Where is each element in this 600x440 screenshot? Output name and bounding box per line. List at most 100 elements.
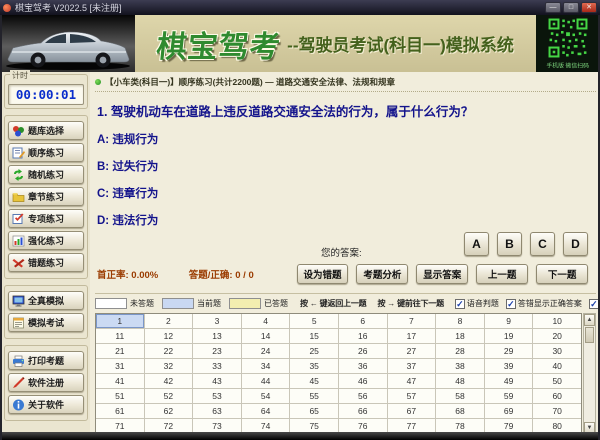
- grid-cell-60[interactable]: 60: [533, 389, 581, 403]
- grid-cell-10[interactable]: 10: [533, 314, 581, 328]
- grid-cell-37[interactable]: 37: [387, 359, 436, 373]
- grid-cell-1[interactable]: 1: [96, 314, 144, 328]
- sidebar-button-mock-exam[interactable]: 模拟考试: [8, 313, 84, 332]
- grid-cell-36[interactable]: 36: [338, 359, 387, 373]
- scroll-down-icon[interactable]: ▼: [584, 422, 595, 432]
- grid-cell-7[interactable]: 7: [387, 314, 436, 328]
- grid-cell-9[interactable]: 9: [484, 314, 533, 328]
- answer-button-c[interactable]: C: [530, 232, 555, 256]
- grid-cell-70[interactable]: 70: [533, 404, 581, 418]
- grid-cell-71[interactable]: 71: [96, 419, 144, 432]
- sidebar-button-question-bank[interactable]: 题库选择: [8, 121, 84, 140]
- grid-cell-20[interactable]: 20: [533, 329, 581, 343]
- scrollbar-track[interactable]: [584, 344, 595, 422]
- grid-cell-56[interactable]: 56: [338, 389, 387, 403]
- grid-cell-51[interactable]: 51: [96, 389, 144, 403]
- grid-cell-73[interactable]: 73: [193, 419, 241, 432]
- grid-cell-25[interactable]: 25: [290, 344, 338, 358]
- grid-cell-11[interactable]: 11: [96, 329, 144, 343]
- mark-wrong-button[interactable]: 设为错题: [296, 263, 349, 284]
- grid-cell-3[interactable]: 3: [193, 314, 241, 328]
- grid-cell-6[interactable]: 6: [338, 314, 387, 328]
- grid-cell-50[interactable]: 50: [533, 374, 581, 388]
- grid-cell-4[interactable]: 4: [241, 314, 290, 328]
- sidebar-button-about[interactable]: 关于软件: [8, 395, 84, 414]
- grid-cell-8[interactable]: 8: [436, 314, 484, 328]
- grid-cell-18[interactable]: 18: [436, 329, 484, 343]
- option-b[interactable]: B: 过失行为: [97, 158, 596, 174]
- next-question-button[interactable]: 下一题: [536, 263, 589, 284]
- grid-cell-55[interactable]: 55: [290, 389, 338, 403]
- grid-cell-61[interactable]: 61: [96, 404, 144, 418]
- grid-cell-19[interactable]: 19: [484, 329, 533, 343]
- grid-cell-44[interactable]: 44: [241, 374, 290, 388]
- grid-cell-17[interactable]: 17: [387, 329, 436, 343]
- grid-cell-27[interactable]: 27: [387, 344, 436, 358]
- grid-cell-53[interactable]: 53: [193, 389, 241, 403]
- answer-button-a[interactable]: A: [464, 232, 489, 256]
- grid-cell-24[interactable]: 24: [241, 344, 290, 358]
- grid-cell-62[interactable]: 62: [144, 404, 193, 418]
- sidebar-button-print[interactable]: 打印考题: [8, 351, 84, 370]
- show-correct-on-wrong-checkbox[interactable]: 答错显示正确答案: [505, 298, 582, 309]
- grid-cell-52[interactable]: 52: [144, 389, 193, 403]
- grid-cell-64[interactable]: 64: [241, 404, 290, 418]
- grid-cell-77[interactable]: 77: [387, 419, 436, 432]
- sidebar-button-sequence-practice[interactable]: 顺序练习: [8, 143, 84, 162]
- grid-cell-12[interactable]: 12: [144, 329, 193, 343]
- answer-button-b[interactable]: B: [497, 232, 522, 256]
- option-a[interactable]: A: 违规行为: [97, 131, 596, 147]
- grid-cell-57[interactable]: 57: [387, 389, 436, 403]
- grid-cell-15[interactable]: 15: [290, 329, 338, 343]
- grid-cell-45[interactable]: 45: [290, 374, 338, 388]
- option-c[interactable]: C: 违章行为: [97, 185, 596, 201]
- grid-cell-75[interactable]: 75: [290, 419, 338, 432]
- grid-cell-29[interactable]: 29: [484, 344, 533, 358]
- checkbox-icon[interactable]: [454, 298, 465, 309]
- grid-cell-46[interactable]: 46: [338, 374, 387, 388]
- grid-cell-69[interactable]: 69: [484, 404, 533, 418]
- sidebar-button-intensive-practice[interactable]: 强化练习: [8, 231, 84, 250]
- voice-judge-checkbox[interactable]: 语音判题: [454, 298, 499, 309]
- grid-cell-74[interactable]: 74: [241, 419, 290, 432]
- grid-cell-79[interactable]: 79: [484, 419, 533, 432]
- grid-cell-68[interactable]: 68: [436, 404, 484, 418]
- maximize-button[interactable]: □: [563, 2, 579, 13]
- grid-cell-35[interactable]: 35: [290, 359, 338, 373]
- grid-cell-54[interactable]: 54: [241, 389, 290, 403]
- minimize-button[interactable]: —: [545, 2, 561, 13]
- sidebar-button-random-practice[interactable]: 随机练习: [8, 165, 84, 184]
- grid-cell-26[interactable]: 26: [338, 344, 387, 358]
- grid-cell-47[interactable]: 47: [387, 374, 436, 388]
- grid-cell-14[interactable]: 14: [241, 329, 290, 343]
- question-analysis-button[interactable]: 考题分析: [356, 263, 409, 284]
- grid-cell-78[interactable]: 78: [436, 419, 484, 432]
- vertical-scrollbar[interactable]: ▲ ▼: [583, 313, 596, 432]
- scrollbar-thumb[interactable]: [585, 327, 594, 343]
- close-button[interactable]: ✕: [581, 2, 597, 13]
- grid-cell-63[interactable]: 63: [193, 404, 241, 418]
- sidebar-button-special-practice[interactable]: 专项练习: [8, 209, 84, 228]
- answer-button-d[interactable]: D: [563, 232, 588, 256]
- sidebar-button-register[interactable]: 软件注册: [8, 373, 84, 392]
- grid-cell-13[interactable]: 13: [193, 329, 241, 343]
- grid-cell-67[interactable]: 67: [387, 404, 436, 418]
- grid-cell-32[interactable]: 32: [144, 359, 193, 373]
- sidebar-button-wrong-question-practice[interactable]: 错题练习: [8, 253, 84, 272]
- grid-cell-59[interactable]: 59: [484, 389, 533, 403]
- grid-cell-41[interactable]: 41: [96, 374, 144, 388]
- sidebar-button-full-simulation[interactable]: 全真模拟: [8, 291, 84, 310]
- option-d[interactable]: D: 违法行为: [97, 212, 596, 228]
- grid-cell-39[interactable]: 39: [484, 359, 533, 373]
- grid-cell-16[interactable]: 16: [338, 329, 387, 343]
- grid-cell-72[interactable]: 72: [144, 419, 193, 432]
- checkbox-icon[interactable]: [505, 298, 516, 309]
- grid-cell-28[interactable]: 28: [436, 344, 484, 358]
- grid-cell-34[interactable]: 34: [241, 359, 290, 373]
- grid-cell-5[interactable]: 5: [290, 314, 338, 328]
- grid-cell-2[interactable]: 2: [144, 314, 193, 328]
- grid-cell-21[interactable]: 21: [96, 344, 144, 358]
- grid-cell-65[interactable]: 65: [290, 404, 338, 418]
- previous-question-button[interactable]: 上一题: [476, 263, 529, 284]
- sidebar-button-chapter-practice[interactable]: 章节练习: [8, 187, 84, 206]
